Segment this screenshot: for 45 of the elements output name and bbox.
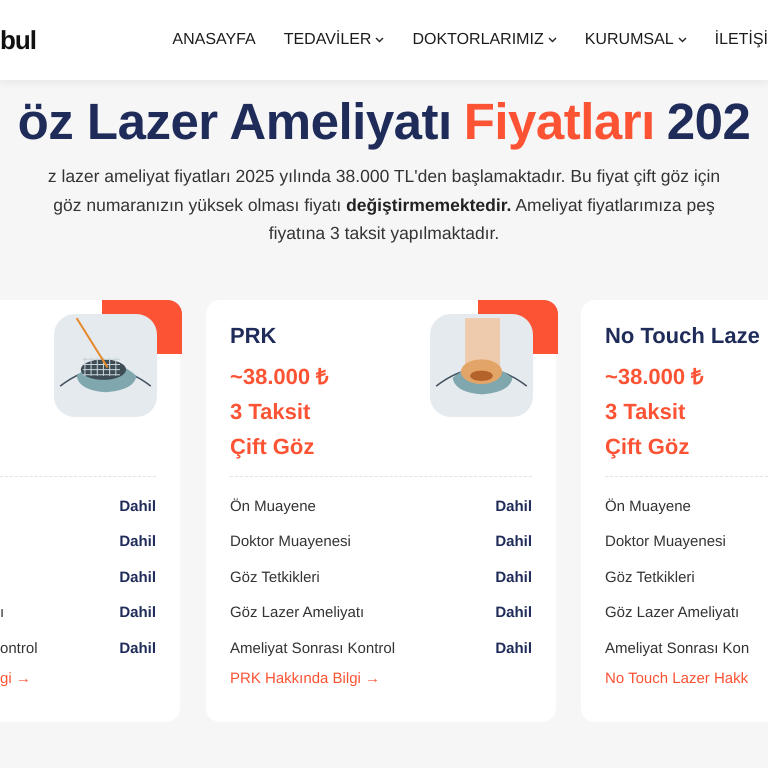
nav-link[interactable]: ANASAYFA — [172, 31, 256, 49]
price-text: 3 Taksit — [230, 398, 310, 426]
page-title: 202 — [666, 93, 750, 150]
service-label: ontrol — [0, 640, 38, 657]
service-label: Göz Tetkikleri — [605, 568, 695, 586]
service-label: Göz Tetkikleri — [230, 568, 320, 586]
nav-link[interactable]: İLETİŞİ — [714, 31, 768, 49]
included-text: Dahil — [495, 533, 532, 550]
price-text: ~38.000 ₺ — [605, 362, 704, 390]
card-title: No Touch Laze — [605, 324, 760, 348]
chevron-down-icon — [375, 37, 384, 43]
card-title: PRK — [230, 324, 276, 348]
service-label: Göz Lazer Ameliyatı — [230, 604, 364, 622]
page-title: öz Lazer Ameliyatı — [18, 93, 452, 150]
nav-link[interactable]: KURUMSAL — [584, 31, 687, 49]
included-text: Dahil — [495, 568, 532, 586]
page-title: Fiyatları — [464, 93, 655, 150]
eye-laser-icon — [54, 314, 157, 416]
service-label: Ameliyat Sonrası Kontrol — [230, 640, 396, 657]
included-text: Dahil — [119, 568, 156, 586]
included-text: Dahil — [495, 604, 532, 622]
eye-laser-icon — [430, 314, 533, 416]
included-text: Dahil — [119, 604, 156, 622]
nav-link[interactable]: TEDAVİLER — [284, 31, 384, 49]
price-text: 3 Taksit — [605, 398, 686, 426]
service-label: Doktor Muayenesi — [230, 533, 351, 550]
included-text: Dahil — [119, 640, 156, 657]
intro-paragraph: z lazer ameliyat fiyatları 2025 yılında 38.000 TL'den başlamaktadır. Bu fiyat çift göz için göz numaranızın yüksek olması fiyatı değiştirmemektedir. Ameliyat fiyatlarımıza peş fiyatına 3 taksit yapılmaktadır. — [46, 165, 722, 245]
service-label: Ameliyat Sonrası Kon — [605, 640, 750, 657]
chevron-down-icon — [678, 37, 687, 43]
service-label: Ön Muayene — [230, 498, 316, 515]
included-text: Dahil — [495, 498, 532, 515]
service-label: Doktor Muayenesi — [605, 533, 726, 550]
price-text: Çift Göz — [605, 432, 690, 461]
included-text: Dahil — [119, 533, 156, 550]
chevron-down-icon — [548, 37, 557, 43]
price-text: ~38.000 ₺ — [230, 362, 330, 390]
included-text: Dahil — [119, 498, 156, 515]
service-label: Göz Lazer Ameliyatı — [605, 604, 740, 622]
logo-text[interactable]: bul — [0, 24, 36, 56]
nav-link[interactable]: DOKTORLARIMIZ — [412, 31, 557, 49]
included-text: Dahil — [495, 640, 532, 657]
service-label: ı — [0, 604, 4, 622]
price-text: Çift Göz — [230, 432, 314, 461]
service-label: Ön Muayene — [605, 498, 691, 515]
